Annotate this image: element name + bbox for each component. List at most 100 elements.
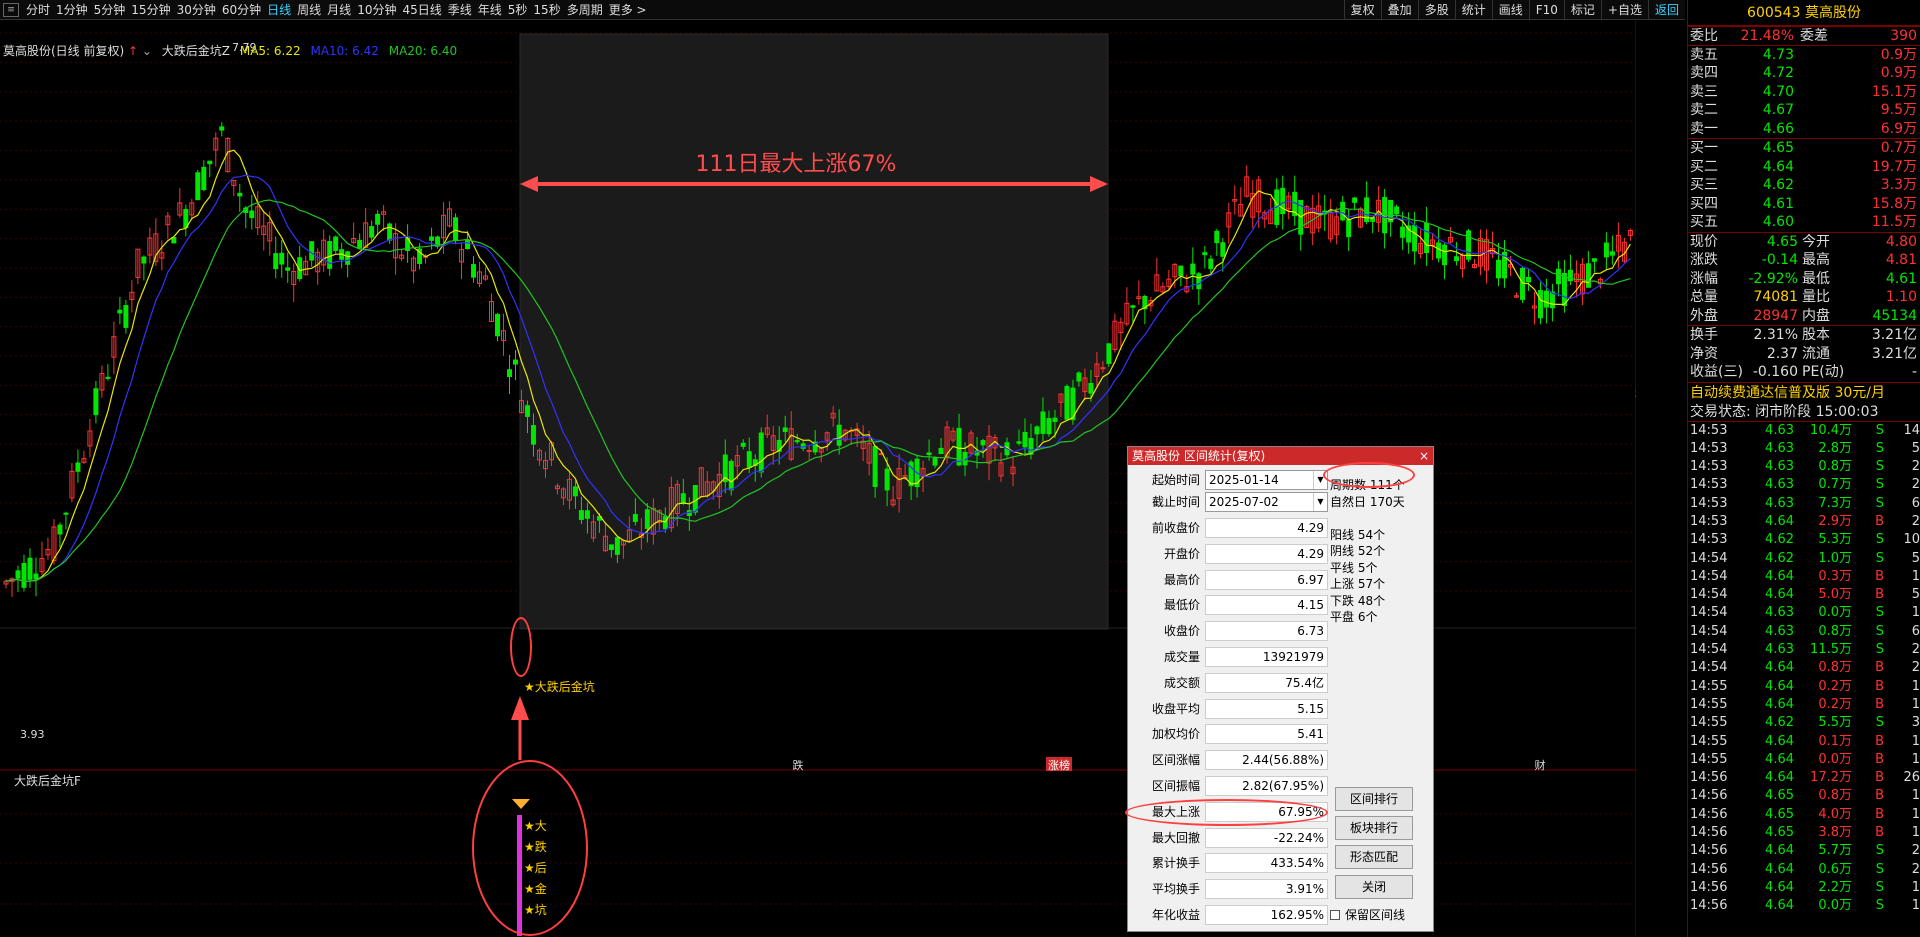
tool-button[interactable]: 标记 — [1563, 0, 1601, 20]
candle-body — [57, 524, 63, 535]
tick-row[interactable]: 14:54 4.64 0.8万 B 2 — [1688, 659, 1920, 677]
tick-row[interactable]: 14:54 4.62 1.0万 S 5 — [1688, 550, 1920, 568]
candle-body — [614, 537, 620, 555]
interval-rank-button[interactable]: 区间排行 — [1335, 787, 1413, 811]
stat-label: 加权均价 — [1151, 727, 1200, 742]
period-tab[interactable]: 60分钟 — [219, 1, 264, 18]
promo-banner[interactable]: 自动续费通达信普及版 30元/月 — [1688, 381, 1920, 402]
tick-row[interactable]: 14:53 4.63 10.4万 S 14 — [1688, 422, 1920, 440]
count-stat: 阳线 54个 — [1330, 527, 1386, 542]
tick-row[interactable]: 14:54 4.63 0.8万 S 6 — [1688, 623, 1920, 641]
stat-value: 13921979 — [1205, 647, 1328, 667]
tick-row[interactable]: 14:56 4.64 5.7万 S 2 — [1688, 842, 1920, 860]
tick-price: 4.62 — [1765, 550, 1794, 566]
start-time-select[interactable]: 2025-01-14 ▼ — [1205, 470, 1328, 490]
tick-row[interactable]: 14:53 4.63 0.8万 S 2 — [1688, 458, 1920, 476]
checkbox-icon[interactable] — [1330, 910, 1340, 920]
end-time-select[interactable]: 2025-07-02 ▼ — [1205, 492, 1328, 512]
tick-side: S — [1875, 532, 1884, 548]
close-icon[interactable]: × — [1419, 447, 1429, 465]
tick-row[interactable]: 14:55 4.64 0.1万 B 1 — [1688, 733, 1920, 751]
signal-char: ★跌 — [524, 839, 547, 854]
period-tab[interactable]: 周线 — [294, 1, 324, 18]
tick-side: S — [1875, 440, 1884, 456]
period-tab[interactable]: 月线 — [324, 1, 354, 18]
period-tab[interactable]: 30分钟 — [174, 1, 219, 18]
formula-name[interactable]: 大跌后金坑Z — [162, 44, 230, 58]
stat-label: 最大回撤 — [1151, 830, 1200, 845]
period-tab[interactable]: 5秒 — [505, 1, 531, 18]
tick-row[interactable]: 14:56 4.65 4.0万 B 1 — [1688, 806, 1920, 824]
period-tab[interactable]: 15秒 — [530, 1, 563, 18]
tick-row[interactable]: 14:53 4.63 0.7万 S 2 — [1688, 476, 1920, 494]
stat-value: 4.15 — [1205, 595, 1328, 616]
tick-row[interactable]: 14:53 4.62 5.3万 S 10 — [1688, 531, 1920, 549]
period-tab[interactable]: 15分钟 — [128, 1, 173, 18]
tick-row[interactable]: 14:54 4.64 0.3万 B 1 — [1688, 568, 1920, 586]
dropdown-icon[interactable]: ▼ — [1313, 493, 1327, 511]
start-time-label: 起始时间 — [1151, 473, 1200, 487]
tick-price: 4.64 — [1765, 751, 1794, 767]
tick-row[interactable]: 14:53 4.64 2.9万 B 2 — [1688, 513, 1920, 531]
period-tab[interactable]: 分时 — [23, 1, 53, 18]
tick-row[interactable]: 14:55 4.64 0.0万 B 1 — [1688, 751, 1920, 769]
tick-row[interactable]: 14:56 4.65 3.8万 B 1 — [1688, 824, 1920, 842]
tool-button[interactable]: 统计 — [1454, 0, 1492, 20]
tool-button[interactable]: F10 — [1528, 0, 1564, 20]
dropdown-icon[interactable]: ▼ — [1313, 471, 1327, 489]
ask-price: 4.72 — [1762, 65, 1794, 81]
bid-price: 4.60 — [1762, 214, 1794, 230]
period-tab[interactable]: 多周期 — [564, 1, 606, 18]
menu-icon[interactable]: ≡ — [3, 2, 19, 17]
stat-row: 收益(三) -0.160 PE(动) - — [1688, 363, 1920, 382]
period-tab[interactable]: 5分钟 — [91, 1, 129, 18]
period-tab[interactable]: 日线 — [264, 1, 294, 18]
tool-button[interactable]: 复权 — [1343, 0, 1381, 20]
chevron-down-icon[interactable]: ⌄ — [142, 44, 152, 58]
tool-button[interactable]: 多股 — [1417, 0, 1455, 20]
tick-row[interactable]: 14:56 4.64 0.0万 S 1 — [1688, 897, 1920, 915]
tick-count: 1 — [1911, 678, 1920, 694]
tick-row[interactable]: 14:56 4.64 2.2万 S 1 — [1688, 879, 1920, 897]
tick-row[interactable]: 14:53 4.63 2.8万 S 5 — [1688, 440, 1920, 458]
tick-list[interactable]: 14:53 4.63 10.4万 S 14 14:53 4.63 2.8万 S 5 14:53 4.6… — [1688, 422, 1920, 916]
period-tab[interactable]: 45日线 — [399, 1, 444, 18]
candle-body — [1394, 206, 1400, 214]
tick-row[interactable]: 14:56 4.64 17.2万 B 26 — [1688, 769, 1920, 787]
ask-row: 卖三 4.70 15.1万 — [1688, 83, 1920, 102]
sector-rank-button[interactable]: 板块排行 — [1335, 816, 1413, 840]
pattern-match-button[interactable]: 形态匹配 — [1335, 845, 1413, 869]
candle-body — [1046, 418, 1052, 435]
tick-row[interactable]: 14:56 4.64 0.6万 S 2 — [1688, 861, 1920, 879]
stat-value: 5.41 — [1205, 724, 1328, 745]
candle-body — [15, 570, 21, 579]
tick-row[interactable]: 14:55 4.64 0.2万 B 1 — [1688, 678, 1920, 696]
tick-row[interactable]: 14:55 4.64 0.2万 B 1 — [1688, 696, 1920, 714]
ask-price: 4.66 — [1762, 120, 1794, 137]
tick-row[interactable]: 14:54 4.63 11.5万 S 2 — [1688, 641, 1920, 659]
tick-row[interactable]: 14:54 4.64 5.0万 B 5 — [1688, 586, 1920, 604]
candle-body — [1052, 417, 1058, 422]
period-tab[interactable]: 1分钟 — [53, 1, 91, 18]
tool-button[interactable]: 返回 — [1647, 0, 1685, 20]
tool-button[interactable]: 叠加 — [1380, 0, 1418, 20]
period-tab[interactable]: 更多 > — [606, 1, 650, 18]
tick-row[interactable]: 14:56 4.65 0.8万 B 1 — [1688, 787, 1920, 805]
stat-value: -22.24% — [1205, 827, 1328, 848]
tick-row[interactable]: 14:54 4.63 0.0万 S 1 — [1688, 604, 1920, 622]
tool-button[interactable]: +自选 — [1600, 0, 1648, 20]
chart-title: 莫高股份(日线 前复权) — [3, 44, 125, 58]
candle-body — [453, 217, 459, 241]
tick-row[interactable]: 14:55 4.62 5.5万 S 3 — [1688, 714, 1920, 732]
keep-line-checkbox[interactable]: 保留区间线 — [1330, 906, 1405, 923]
close-button[interactable]: 关闭 — [1335, 875, 1413, 899]
period-tab[interactable]: 10分钟 — [354, 1, 399, 18]
bid-price: 4.61 — [1762, 195, 1794, 212]
candle-body — [1190, 263, 1196, 275]
candle-body — [1178, 265, 1184, 277]
candle-body — [1106, 343, 1112, 364]
tick-row[interactable]: 14:53 4.63 7.3万 S 6 — [1688, 495, 1920, 513]
period-tab[interactable]: 季线 — [445, 1, 475, 18]
tool-button[interactable]: 画线 — [1491, 0, 1529, 20]
period-tab[interactable]: 年线 — [475, 1, 505, 18]
